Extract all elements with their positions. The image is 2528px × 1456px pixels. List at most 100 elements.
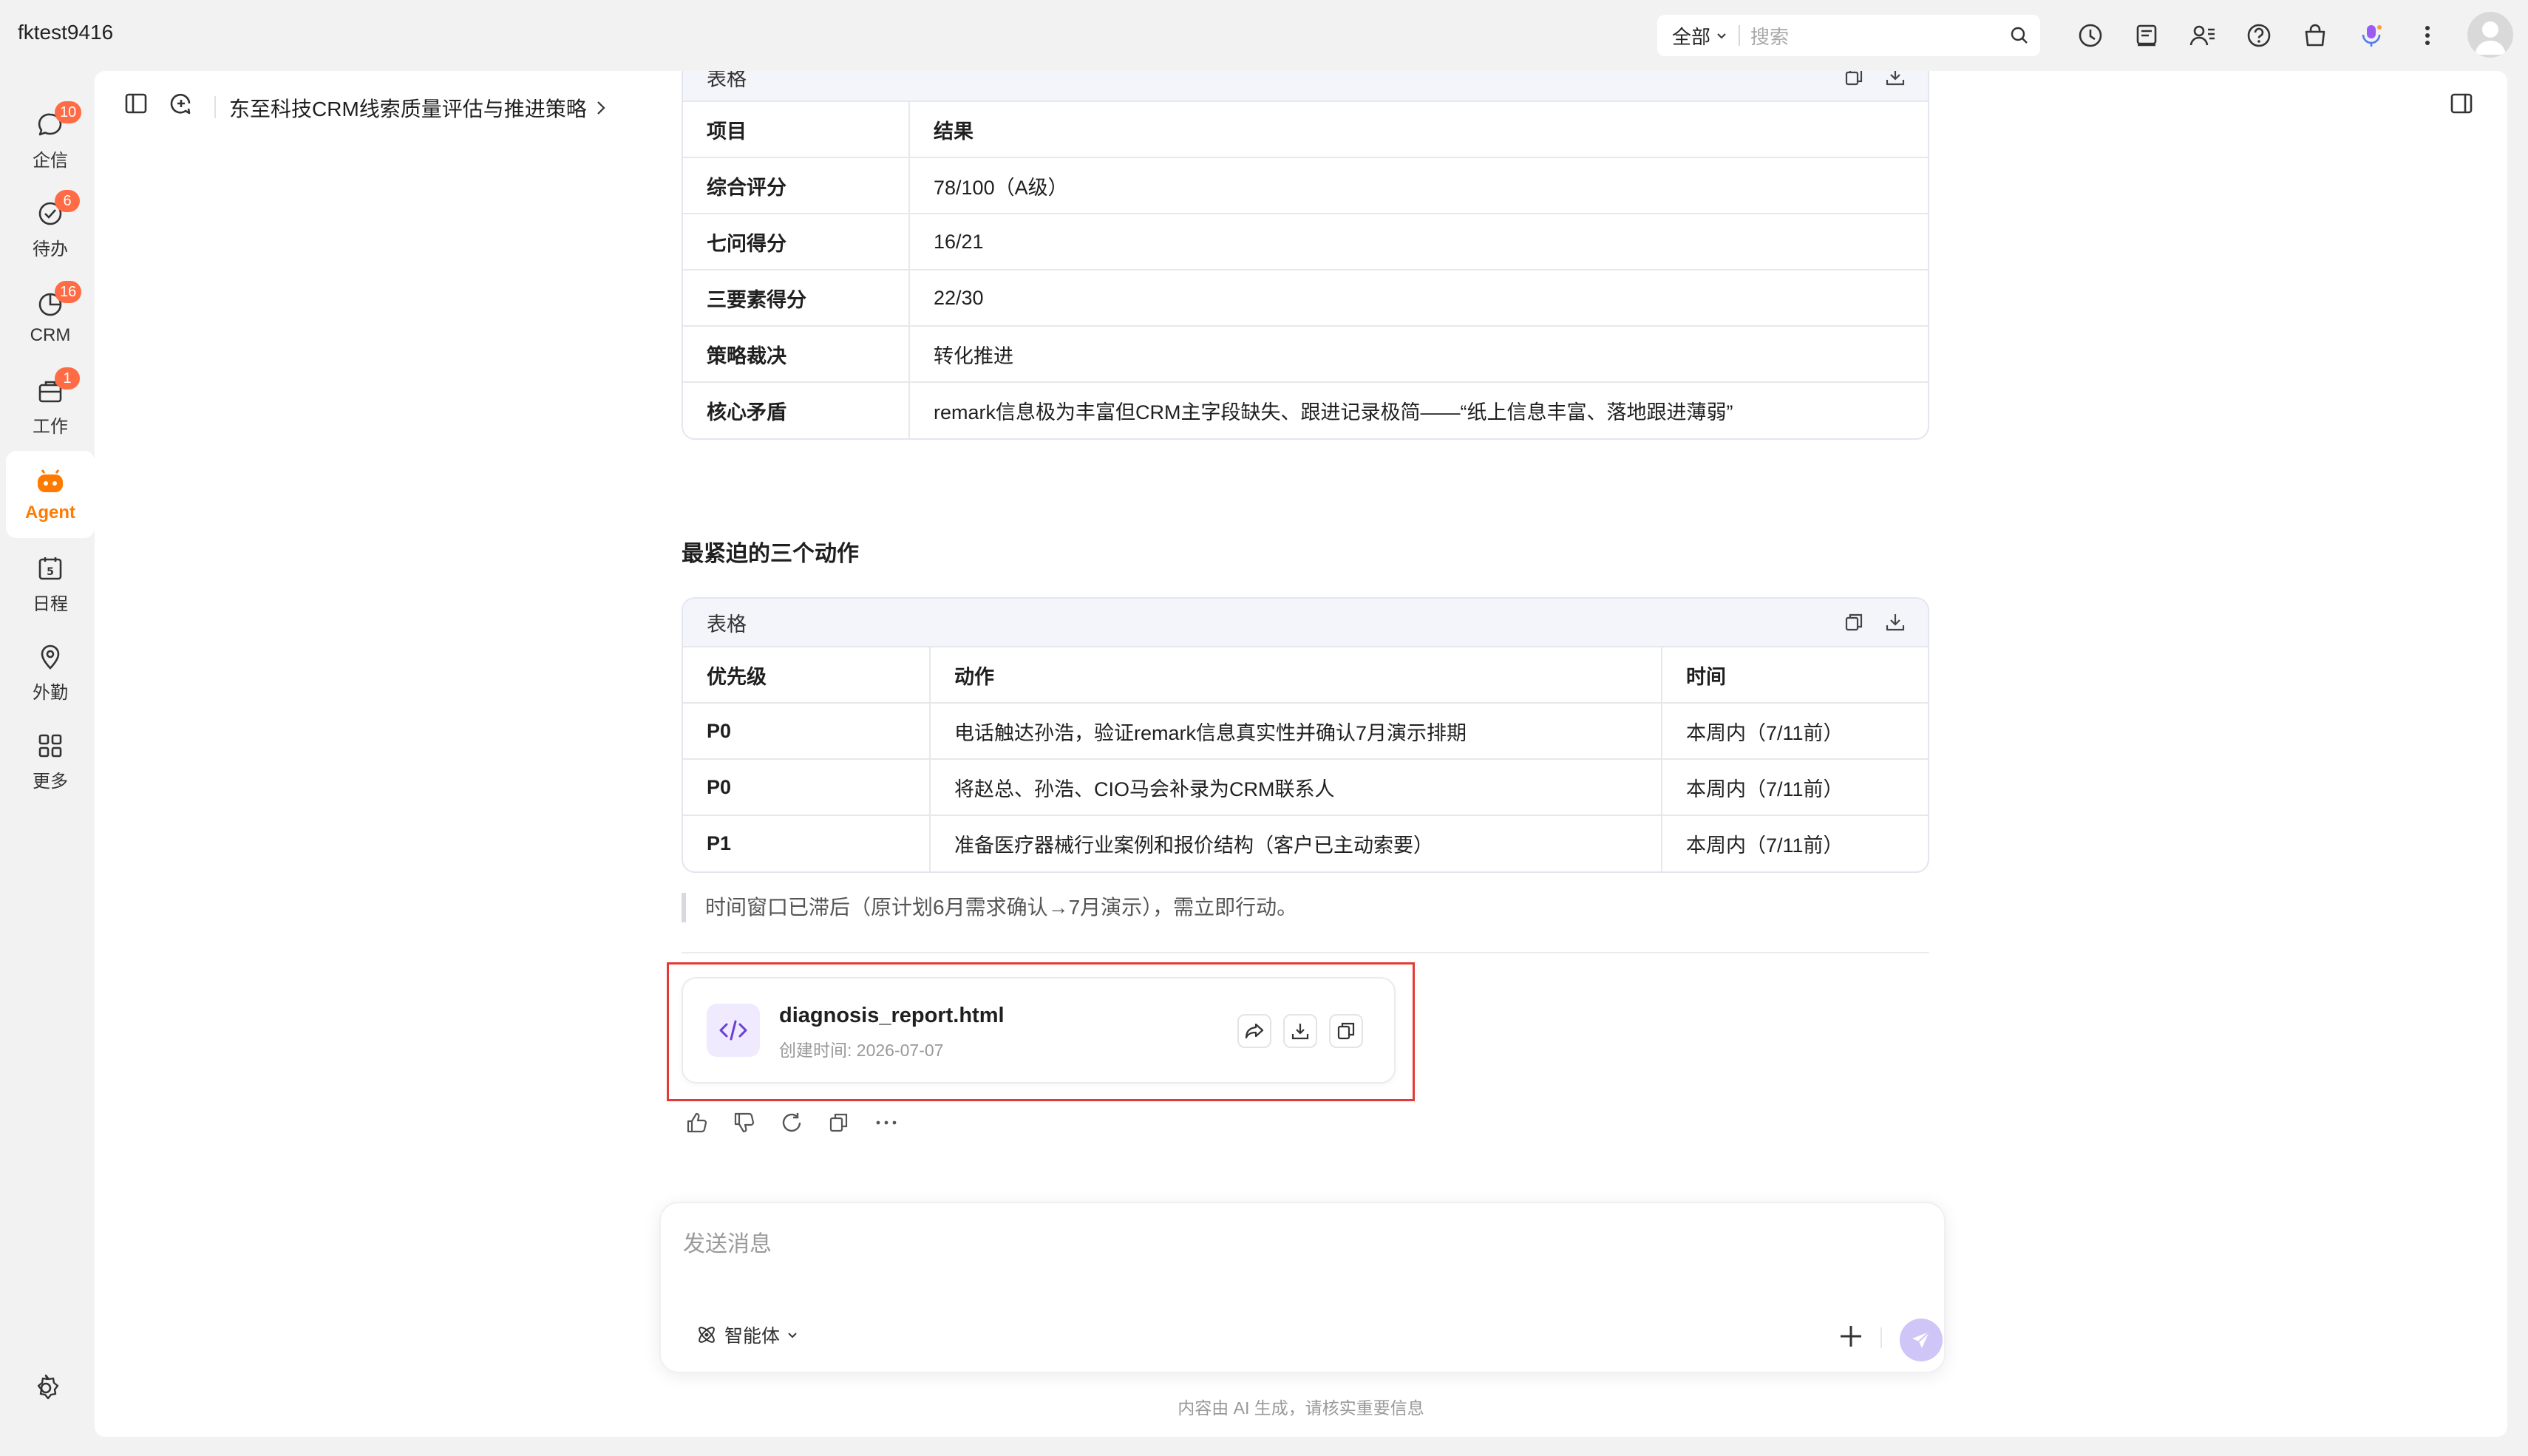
sidebar-item-label: 日程 bbox=[33, 593, 68, 614]
badge-count: 1 bbox=[55, 367, 80, 389]
sidebar-item-label: 工作 bbox=[33, 416, 68, 437]
sidebar-item-more[interactable]: 更多 bbox=[6, 717, 95, 804]
search-divider bbox=[1739, 25, 1741, 46]
table-title: 表格 bbox=[707, 71, 747, 90]
sidebar-item-qixin[interactable]: 10 企信 bbox=[6, 96, 95, 183]
table-cell: 七问得分 bbox=[683, 213, 909, 270]
column-header: 优先级 bbox=[683, 646, 930, 703]
download-icon[interactable] bbox=[1885, 612, 1906, 633]
crm-icon: 16 bbox=[34, 281, 82, 321]
table-cell: 本周内（7/11前） bbox=[1661, 814, 1928, 871]
table-row: 七问得分 16/21 bbox=[683, 213, 1928, 270]
chevron-down-icon bbox=[1717, 33, 1726, 39]
more-vertical-icon[interactable] bbox=[2411, 19, 2444, 52]
sidebar-item-label: Agent bbox=[25, 503, 75, 523]
settings-icon[interactable] bbox=[31, 1373, 61, 1403]
calendar-icon: 5 bbox=[34, 552, 67, 585]
badge-count: 16 bbox=[55, 281, 82, 303]
search-scope-dropdown[interactable]: 全部 bbox=[1657, 15, 1728, 56]
column-header: 动作 bbox=[929, 646, 1662, 703]
table-row: 核心矛盾 remark信息极为丰富但CRM主字段缺失、跟进记录极简——“纸上信息丰… bbox=[683, 381, 1928, 438]
work-icon: 1 bbox=[34, 367, 80, 407]
download-button[interactable] bbox=[1283, 1014, 1317, 1048]
table-cell: 78/100（A级） bbox=[908, 157, 1928, 214]
section-heading: 最紧迫的三个动作 bbox=[682, 542, 859, 566]
divider bbox=[682, 952, 1929, 953]
table-row: P1 准备医疗器械行业案例和报价结构（客户已主动索要） 本周内（7/11前） bbox=[683, 814, 1928, 871]
sidebar-item-label: CRM bbox=[30, 325, 71, 345]
header-divider bbox=[214, 96, 216, 118]
message-composer: 发送消息 智能体 bbox=[659, 1202, 1946, 1373]
composer-divider bbox=[1880, 1327, 1882, 1348]
notes-icon[interactable] bbox=[2130, 19, 2163, 52]
copy-icon[interactable] bbox=[1844, 612, 1864, 633]
side-panel-icon[interactable] bbox=[2450, 92, 2473, 115]
send-button[interactable] bbox=[1900, 1319, 1943, 1361]
search-input[interactable]: 搜索 bbox=[1750, 22, 2040, 50]
sidebar-item-schedule[interactable]: 5 日程 bbox=[6, 540, 95, 627]
sidebar-item-label: 更多 bbox=[33, 771, 68, 792]
table-title: 表格 bbox=[707, 613, 747, 636]
sidebar-item-field[interactable]: 外勤 bbox=[6, 628, 95, 715]
action-table: 表格 优先级 动作 时间 P0 电话触达孙浩，验证remark信息真实性并确认7月演示… bbox=[682, 597, 1929, 873]
sidebar-item-work[interactable]: 1 工作 bbox=[6, 362, 95, 449]
table-cell: 策略裁决 bbox=[683, 325, 909, 382]
table-cell: 本周内（7/11前） bbox=[1661, 702, 1928, 759]
sidebar-item-label: 企信 bbox=[33, 150, 68, 171]
toggle-sidebar-icon[interactable] bbox=[124, 92, 148, 115]
chevron-down-icon bbox=[788, 1333, 797, 1338]
sidebar-item-crm[interactable]: 16 CRM bbox=[6, 273, 95, 361]
table-cell: 三要素得分 bbox=[683, 269, 909, 326]
copy-icon[interactable] bbox=[825, 1109, 853, 1137]
sidebar-item-agent[interactable]: Agent bbox=[6, 451, 95, 538]
help-icon[interactable] bbox=[2243, 19, 2275, 52]
voice-assistant-icon[interactable] bbox=[2355, 19, 2388, 52]
location-icon bbox=[34, 641, 67, 673]
more-horizontal-icon[interactable] bbox=[872, 1109, 900, 1137]
search-scope-label: 全部 bbox=[1672, 25, 1711, 48]
table-cell: 电话触达孙浩，验证remark信息真实性并确认7月演示排期 bbox=[929, 702, 1662, 759]
download-icon[interactable] bbox=[1885, 71, 1906, 87]
copy-icon[interactable] bbox=[1844, 71, 1864, 87]
agent-icon bbox=[34, 466, 67, 498]
history-icon[interactable] bbox=[2074, 19, 2107, 52]
copy-icon bbox=[1337, 1022, 1355, 1040]
search-icon[interactable] bbox=[2009, 25, 2030, 46]
copy-button[interactable] bbox=[1329, 1014, 1363, 1048]
share-button[interactable] bbox=[1237, 1014, 1271, 1048]
table-cell: remark信息极为丰富但CRM主字段缺失、跟进记录极简——“纸上信息丰富、落地… bbox=[908, 381, 1928, 438]
table-header-bar: 表格 bbox=[683, 599, 1928, 646]
result-table: 表格 项目 结果 综合评分 78/100（A级） 七问得分 16/21 三要素得分 22… bbox=[682, 71, 1929, 440]
agent-selector[interactable]: 智能体 bbox=[695, 1321, 799, 1348]
breadcrumb[interactable]: 东至科技CRM线索质量评估与推进策略 bbox=[229, 93, 608, 123]
table-row: P0 将赵总、孙浩、CIO马会补录为CRM联系人 本周内（7/11前） bbox=[683, 758, 1928, 815]
send-icon bbox=[1912, 1331, 1930, 1348]
badge-count: 6 bbox=[55, 189, 80, 212]
avatar[interactable] bbox=[2467, 12, 2513, 58]
table-cell: P1 bbox=[683, 814, 930, 871]
table-row: 综合评分 78/100（A级） bbox=[683, 157, 1928, 214]
chat-icon: 10 bbox=[34, 101, 82, 141]
chevron-right-icon bbox=[597, 101, 605, 115]
column-header: 时间 bbox=[1661, 646, 1928, 703]
table-cell: P0 bbox=[683, 702, 930, 759]
table-cell: 综合评分 bbox=[683, 157, 909, 214]
thumbs-down-icon[interactable] bbox=[730, 1109, 758, 1137]
sidebar-item-label: 待办 bbox=[33, 239, 68, 259]
regenerate-icon[interactable] bbox=[778, 1109, 806, 1137]
username: fktest9416 bbox=[18, 21, 114, 44]
message-input[interactable]: 发送消息 bbox=[683, 1225, 772, 1258]
file-card[interactable]: diagnosis_report.html 创建时间: 2026-07-07 bbox=[682, 977, 1396, 1084]
thumbs-up-icon[interactable] bbox=[683, 1109, 711, 1137]
shop-icon[interactable] bbox=[2299, 19, 2331, 52]
column-header: 项目 bbox=[683, 101, 909, 157]
contacts-icon[interactable] bbox=[2186, 19, 2219, 52]
sidebar: 10 企信 6 待办 16 CRM 1 工作 Agent 5 日程 外勤 更多 bbox=[0, 71, 95, 1456]
new-chat-icon[interactable] bbox=[169, 92, 194, 117]
table-cell: P0 bbox=[683, 758, 930, 815]
table-cell: 本周内（7/11前） bbox=[1661, 758, 1928, 815]
download-icon bbox=[1291, 1024, 1309, 1040]
add-attachment-icon[interactable] bbox=[1836, 1321, 1866, 1351]
table-cell: 转化推进 bbox=[908, 325, 1928, 382]
sidebar-item-todo[interactable]: 6 待办 bbox=[6, 185, 95, 272]
